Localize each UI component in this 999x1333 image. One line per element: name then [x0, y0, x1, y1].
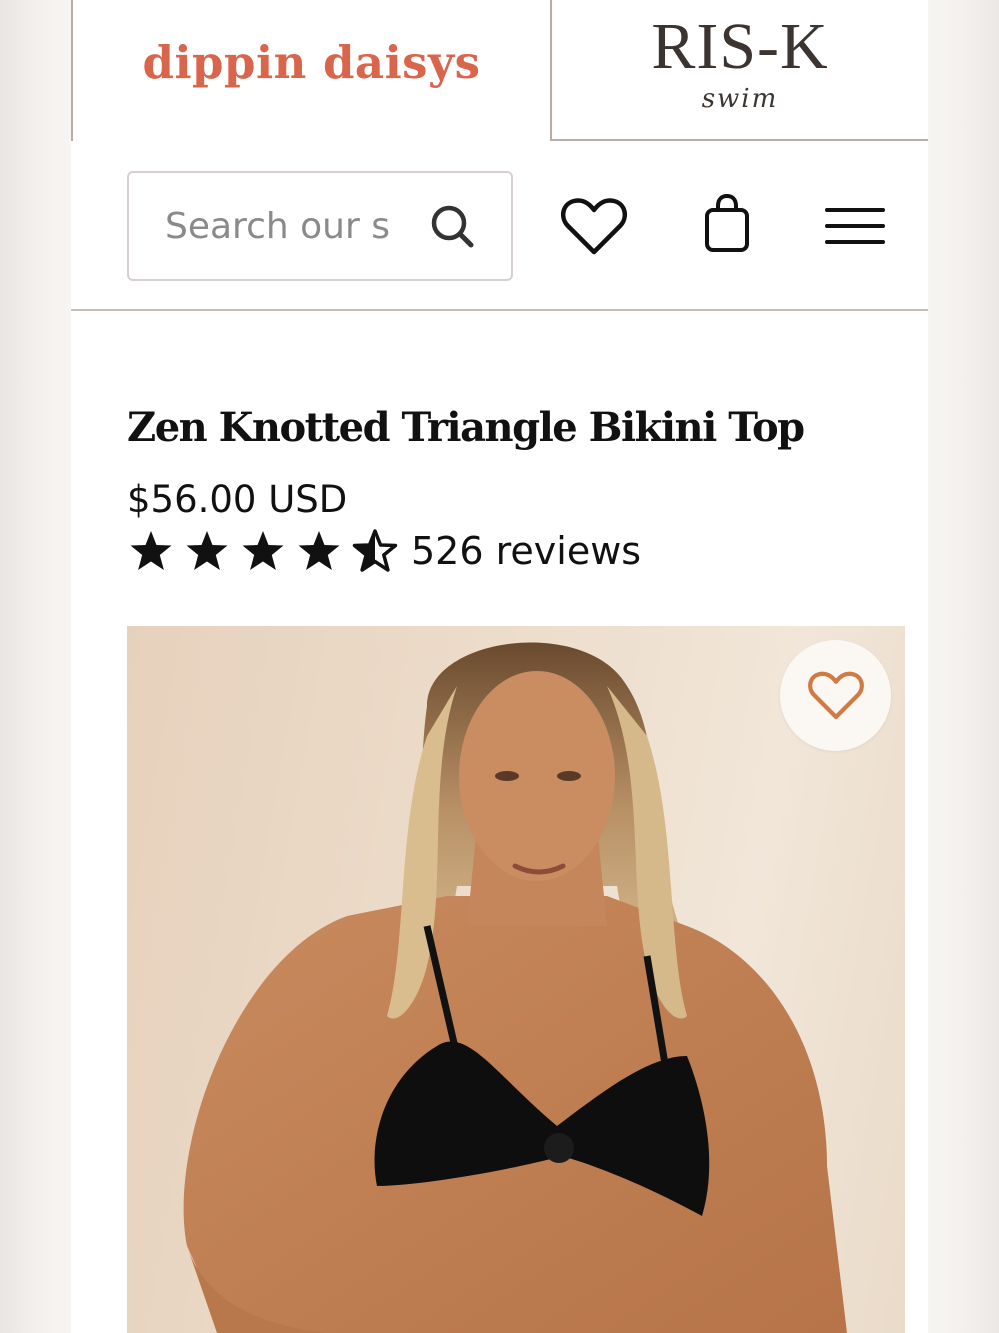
product-price: $56.00 USD — [127, 478, 348, 521]
search-input[interactable] — [165, 205, 415, 247]
shopping-bag-icon[interactable] — [703, 193, 751, 253]
favorite-button[interactable] — [780, 640, 891, 751]
star-half-icon — [352, 529, 398, 572]
product-photo[interactable] — [127, 626, 905, 1333]
brand-tab-ris-k[interactable]: RIS-K swim — [550, 0, 928, 141]
hamburger-menu-icon[interactable] — [825, 204, 885, 248]
star-full-icon — [298, 531, 340, 570]
review-count[interactable]: 526 reviews — [411, 529, 641, 573]
product-rating[interactable]: 526 reviews — [127, 526, 641, 576]
search-icon[interactable] — [429, 203, 477, 251]
heart-outline-icon — [807, 671, 864, 719]
brand-tab-dippin-daisys[interactable]: dippin daisys — [71, 0, 550, 141]
heart-icon[interactable] — [560, 196, 628, 258]
model-illustration — [183, 642, 847, 1333]
star-rating — [127, 528, 399, 574]
product-title: Zen Knotted Triangle Bikini Top — [127, 404, 805, 451]
star-full-icon — [186, 531, 228, 570]
dippin-daisys-logo: dippin daisys — [142, 36, 481, 89]
header-divider — [71, 309, 928, 311]
search-box — [127, 171, 513, 281]
star-full-icon — [130, 531, 172, 570]
ris-k-logo: RIS-K — [651, 9, 829, 83]
star-full-icon — [242, 531, 284, 570]
ris-k-logo-tagline: swim — [701, 83, 779, 114]
store-page: dippin daisys RIS-K swim Zen Knotted Tri… — [71, 0, 928, 1333]
